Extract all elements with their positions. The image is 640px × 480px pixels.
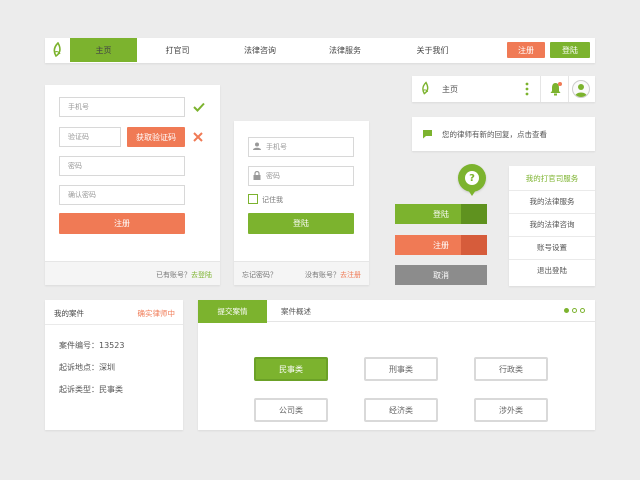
phone-field[interactable]: 手机号 (59, 97, 185, 117)
stack-login-button[interactable]: 登陆 (395, 204, 487, 224)
stack-cancel-button[interactable]: 取消 (395, 265, 487, 285)
go-login-link[interactable]: 去登陆 (191, 271, 212, 279)
nav-item-services[interactable]: 法律服务 (310, 38, 380, 62)
case-number: 案件编号：13523 (59, 341, 125, 350)
has-account-text: 已有账号？ (156, 271, 191, 279)
pagination-dots[interactable] (564, 308, 585, 313)
logo-icon[interactable] (51, 41, 65, 58)
nav-item-lawsuit[interactable]: 打官司 (145, 38, 210, 62)
category-economic[interactable]: 经济类 (364, 398, 438, 422)
user-menu-item-account-settings[interactable]: 账号设置 (509, 236, 595, 258)
login-phone-placeholder: 手机号 (266, 143, 287, 151)
register-button[interactable]: 注册 (507, 42, 545, 58)
top-nav-bar: 主页 打官司 法律咨询 法律服务 关于我们 注册 登陆 (45, 38, 595, 63)
no-account-text: 没有账号？ (305, 271, 340, 279)
help-pointer (468, 190, 476, 196)
bell-icon[interactable] (549, 82, 562, 98)
mini-header: 主页 (412, 76, 595, 102)
user-menu-item-legal-consult[interactable]: 我的法律咨询 (509, 213, 595, 235)
mini-logo-icon[interactable] (420, 81, 432, 98)
category-criminal[interactable]: 刑事类 (364, 357, 438, 381)
remember-checkbox[interactable] (248, 194, 258, 204)
help-icon: ? (465, 171, 479, 185)
go-register-link[interactable]: 去注册 (340, 271, 361, 279)
nav-item-consult[interactable]: 法律咨询 (225, 38, 295, 62)
case-panel-action[interactable]: 确实律师中 (138, 308, 176, 319)
mini-home-label[interactable]: 主页 (442, 84, 458, 95)
check-icon (193, 102, 205, 114)
user-menu-item-legal-service[interactable]: 我的法律服务 (509, 190, 595, 212)
button-stack: 登陆 注册 取消 (395, 204, 487, 286)
register-footer: 已有账号？去登陆 (45, 261, 220, 285)
login-submit-button[interactable]: 登陆 (248, 213, 354, 234)
dot[interactable] (580, 308, 585, 313)
password-field[interactable]: 密码 (59, 156, 185, 176)
lock-icon (253, 170, 261, 182)
submit-register-button[interactable]: 注册 (59, 213, 185, 234)
dot[interactable] (572, 308, 577, 313)
code-field[interactable]: 验证码 (59, 127, 121, 147)
stack-login-label: 登陆 (433, 209, 449, 219)
tabs-panel: 提交案情 案件概述 民事类 刑事类 行政类 公司类 经济类 涉外类 (198, 300, 595, 430)
error-x-icon (193, 132, 203, 144)
stack-register-button[interactable]: 注册 (395, 235, 487, 255)
confirm-password-field[interactable]: 确认密码 (59, 185, 185, 205)
login-phone-field[interactable]: 手机号 (248, 137, 354, 157)
forgot-password-link[interactable]: 忘记密码？ (242, 270, 277, 280)
category-civil[interactable]: 民事类 (254, 357, 328, 381)
divider (45, 324, 183, 325)
help-button[interactable]: ? (458, 164, 486, 196)
user-icon (253, 142, 261, 152)
notification-bar[interactable]: 您的律师有新的回复，点击查看 (412, 117, 595, 151)
stack-register-label: 注册 (433, 240, 449, 250)
user-menu-title[interactable]: 我的打官司服务 (509, 166, 595, 190)
chat-icon (422, 129, 433, 141)
nav-item-about[interactable]: 关于我们 (395, 38, 470, 62)
case-panel-title: 我的案件 (54, 309, 84, 318)
category-foreign[interactable]: 涉外类 (474, 398, 548, 422)
category-administrative[interactable]: 行政类 (474, 357, 548, 381)
login-password-placeholder: 密码 (266, 172, 280, 180)
user-menu-item-logout[interactable]: 退出登陆 (509, 259, 595, 281)
notification-text: 您的律师有新的回复，点击查看 (442, 130, 547, 139)
tab-case-summary[interactable]: 案件概述 (268, 300, 324, 322)
nav-item-home[interactable]: 主页 (70, 38, 137, 62)
divider (568, 76, 569, 102)
more-vertical-icon[interactable] (525, 82, 529, 98)
case-panel: 我的案件 确实律师中 案件编号：13523 起诉地点：深圳 起诉类型：民事类 (45, 300, 183, 430)
register-form: 手机号 验证码 获取验证码 密码 确认密码 注册 已有账号？去登陆 (45, 85, 220, 285)
remember-label: 记住我 (262, 196, 283, 204)
category-corporate[interactable]: 公司类 (254, 398, 328, 422)
tab-submit-case[interactable]: 提交案情 (198, 300, 267, 323)
dot-active[interactable] (564, 308, 569, 313)
login-card: 手机号 密码 记住我 登陆 忘记密码？ 没有账号？去注册 (234, 121, 369, 285)
avatar[interactable] (572, 80, 590, 98)
get-code-button[interactable]: 获取验证码 (127, 127, 185, 147)
login-button[interactable]: 登陆 (550, 42, 590, 58)
user-menu: 我的打官司服务 我的法律服务 我的法律咨询 账号设置 退出登陆 (509, 166, 595, 286)
case-location: 起诉地点：深圳 (59, 363, 115, 372)
divider (540, 76, 541, 102)
case-type: 起诉类型：民事类 (59, 385, 123, 394)
login-footer: 忘记密码？ 没有账号？去注册 (234, 261, 369, 285)
login-password-field[interactable]: 密码 (248, 166, 354, 186)
